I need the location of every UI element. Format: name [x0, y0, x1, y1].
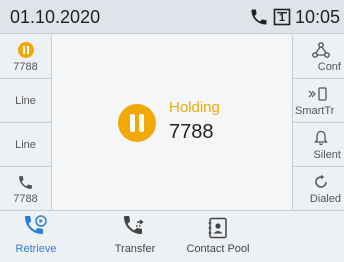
line-key-1[interactable]: 7788: [0, 35, 51, 79]
call-number: 7788: [169, 121, 214, 143]
line-badge-icon: 1: [273, 8, 291, 26]
line-key-label: Line: [15, 139, 36, 151]
status-right: 1 10:05: [249, 6, 340, 28]
contact-pool-button[interactable]: Contact Pool: [178, 211, 258, 262]
silent-key[interactable]: Silent: [293, 123, 344, 167]
dialed-key-label: Dialed: [309, 193, 341, 205]
smart-transfer-key[interactable]: SmartTr: [293, 79, 344, 123]
dialed-key[interactable]: Dialed: [293, 167, 344, 210]
conf-key-label: Conf: [317, 61, 341, 73]
left-line-keys: 7788 Line Line 7788: [0, 35, 52, 210]
phone-screen: 01.10.2020 1 10:05 7788 Line Line 7788 H…: [0, 0, 344, 262]
redial-icon: [301, 172, 341, 192]
transfer-button[interactable]: Transfer: [105, 211, 165, 262]
status-bar: 01.10.2020 1 10:05: [0, 0, 344, 34]
line-badge-number: 1: [278, 12, 286, 24]
phone-icon: [17, 172, 34, 192]
hold-icon: [118, 104, 156, 142]
transfer-label: Transfer: [114, 243, 156, 255]
smart-transfer-icon: [295, 84, 341, 104]
silent-key-label: Silent: [313, 149, 341, 161]
contact-pool-label: Contact Pool: [186, 243, 250, 255]
bell-icon: [301, 128, 341, 148]
status-time: 10:05: [294, 6, 340, 27]
contact-card-icon: [208, 211, 228, 239]
right-function-keys: Conf SmartTr Silent Dialed: [292, 35, 344, 210]
retrieve-label: Retrieve: [15, 243, 57, 255]
line-key-label: 7788: [13, 61, 38, 73]
line-key-2[interactable]: Line: [0, 79, 51, 123]
call-area: Holding 7788: [52, 35, 291, 210]
conference-icon: [301, 40, 341, 60]
retrieve-button[interactable]: Retrieve: [6, 211, 66, 262]
status-date: 01.10.2020: [10, 7, 101, 27]
line-key-label: Line: [15, 95, 36, 107]
phone-icon: [249, 7, 269, 27]
line-key-4[interactable]: 7788: [0, 167, 51, 210]
transfer-icon: [123, 211, 147, 239]
call-status: Holding: [169, 99, 220, 116]
softkey-bar: Retrieve Transfer Contact Pool: [0, 210, 344, 262]
smart-transfer-label: SmartTr: [295, 105, 335, 117]
pause-icon: [17, 40, 34, 60]
retrieve-icon: [24, 211, 48, 239]
line-key-label: 7788: [13, 193, 38, 205]
conf-key[interactable]: Conf: [293, 35, 344, 79]
line-key-3[interactable]: Line: [0, 123, 51, 167]
